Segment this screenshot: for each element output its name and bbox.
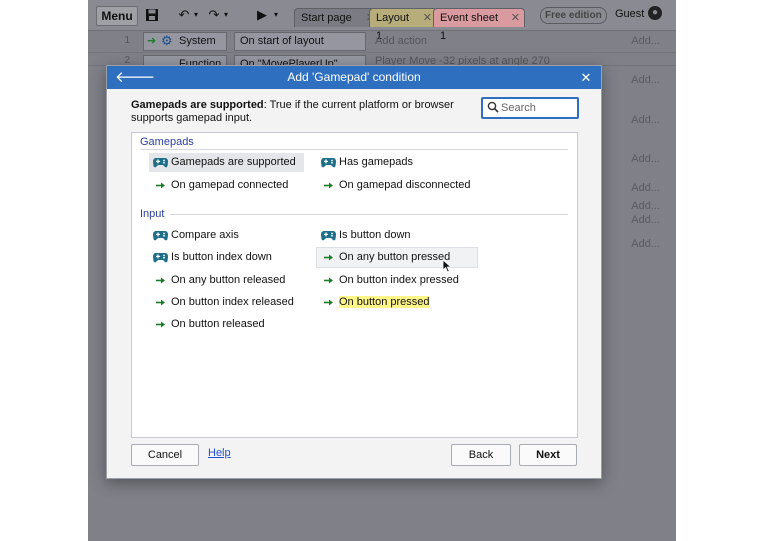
condition-label-highlighted: On button pressed [339, 296, 430, 308]
dialog-title: Add 'Gamepad' condition [287, 70, 421, 84]
section-heading-gamepads: Gamepads [140, 136, 194, 148]
description-title: Gamepads are supported [131, 99, 264, 111]
search-input[interactable] [501, 100, 573, 115]
condition-on-button-index-pressed[interactable]: On button index pressed [317, 271, 467, 290]
gamepad-icon [152, 248, 168, 267]
trigger-arrow-icon [320, 176, 336, 195]
edition-badge[interactable]: Free edition [540, 7, 607, 24]
redo-icon[interactable]: ↷ [206, 6, 222, 24]
event-condition[interactable]: On start of layout [234, 32, 366, 51]
save-icon[interactable] [144, 6, 160, 24]
gamepad-icon [320, 226, 336, 245]
menu-button[interactable]: Menu [96, 6, 138, 26]
event-number: 1 [124, 35, 130, 46]
trigger-arrow-icon [320, 293, 336, 312]
search-field[interactable] [481, 97, 579, 119]
condition-is-button-down[interactable]: Is button down [317, 226, 419, 245]
condition-label: On button index pressed [339, 274, 459, 286]
condition-label: Is button index down [171, 251, 272, 263]
section-divider [170, 214, 568, 215]
search-icon [487, 101, 499, 113]
trigger-arrow-icon [320, 248, 336, 267]
trigger-arrow-icon [152, 271, 168, 290]
condition-has-gamepads[interactable]: Has gamepads [317, 153, 421, 172]
condition-label: On button released [171, 318, 265, 330]
add-link[interactable]: Add... [631, 182, 660, 194]
back-arrow-icon[interactable]: 🡐 [115, 66, 155, 89]
add-link[interactable]: Add... [631, 238, 660, 250]
tab-close-icon[interactable]: ✕ [423, 9, 432, 27]
event-object[interactable]: ➜ ⚙ System [143, 32, 227, 51]
condition-label: Compare axis [171, 229, 239, 241]
condition-compare-axis[interactable]: Compare axis [149, 226, 247, 245]
trigger-arrow-icon [152, 293, 168, 312]
user-name[interactable]: Guest [615, 8, 644, 20]
add-action-link[interactable]: Add action [375, 35, 427, 47]
trigger-arrow-icon [152, 176, 168, 195]
gamepad-icon [320, 153, 336, 172]
add-link[interactable]: Add... [631, 214, 660, 226]
back-button[interactable]: Back [451, 444, 511, 466]
trigger-arrow-icon [152, 315, 168, 334]
trigger-arrow-icon [320, 271, 336, 290]
condition-label: Gamepads are supported [171, 156, 296, 168]
condition-is-button-index-down[interactable]: Is button index down [149, 248, 280, 267]
add-link[interactable]: Add... [631, 200, 660, 212]
condition-description: Gamepads are supported: True if the curr… [131, 99, 471, 125]
event-row[interactable]: 1 ➜ ⚙ System On start of layout Add acti… [88, 30, 676, 53]
cancel-button[interactable]: Cancel [131, 444, 199, 466]
condition-on-any-button-released[interactable]: On any button released [149, 271, 293, 290]
condition-on-button-released[interactable]: On button released [149, 315, 273, 334]
event-condition-text: On start of layout [240, 35, 324, 47]
condition-label: On any button released [171, 274, 286, 286]
add-link[interactable]: Add... [631, 74, 660, 86]
condition-on-button-pressed[interactable]: On button pressed [317, 293, 438, 312]
tab-close-icon[interactable]: ✕ [511, 9, 520, 27]
help-link[interactable]: Help [208, 447, 231, 459]
next-button[interactable]: Next [519, 444, 577, 466]
event-object-name: System [179, 35, 216, 47]
tab-label: Start page [301, 12, 352, 24]
condition-label: On any button pressed [339, 251, 451, 263]
add-link[interactable]: Add... [631, 35, 660, 47]
add-link[interactable]: Add... [631, 114, 660, 126]
condition-on-gamepad-connected[interactable]: On gamepad connected [149, 176, 296, 195]
redo-dropdown-icon[interactable]: ▾ [222, 6, 230, 24]
play-icon[interactable]: ▶ [254, 6, 270, 24]
dialog-title-bar: 🡐 Add 'Gamepad' condition ✕ [107, 66, 601, 89]
condition-label: Is button down [339, 229, 411, 241]
tab-start-page[interactable]: Start page ✕ [294, 8, 380, 27]
condition-list: Gamepads Gamepads are supported Has game… [131, 132, 578, 438]
play-dropdown-icon[interactable]: ▾ [272, 6, 280, 24]
condition-label: On button index released [171, 296, 294, 308]
close-icon[interactable]: ✕ [579, 66, 593, 89]
section-divider [140, 149, 568, 150]
add-link[interactable]: Add... [631, 153, 660, 165]
gamepad-icon [152, 226, 168, 245]
condition-on-any-button-pressed[interactable]: On any button pressed [316, 247, 478, 268]
section-heading-input: Input [140, 208, 165, 220]
condition-label: On gamepad connected [171, 179, 289, 191]
mouse-cursor-icon [442, 259, 452, 273]
gear-icon: ⚙ [161, 33, 173, 48]
undo-icon[interactable]: ↶ [176, 6, 192, 24]
condition-label: Has gamepads [339, 156, 413, 168]
gamepad-icon [152, 153, 168, 172]
condition-on-button-index-released[interactable]: On button index released [149, 293, 302, 312]
trigger-arrow-icon: ➜ [147, 35, 157, 47]
condition-label: On gamepad disconnected [339, 179, 471, 191]
undo-dropdown-icon[interactable]: ▾ [192, 6, 200, 24]
main-toolbar: Menu ↶ ▾ ↷ ▾ ▶ ▾ Start page ✕ Layout 1 ✕… [88, 0, 676, 42]
condition-on-gamepad-disconnected[interactable]: On gamepad disconnected [317, 176, 478, 195]
add-condition-dialog: 🡐 Add 'Gamepad' condition ✕ Gamepads are… [106, 65, 602, 479]
condition-gamepads-are-supported[interactable]: Gamepads are supported [149, 153, 304, 172]
tab-layout-1[interactable]: Layout 1 ✕ [369, 8, 437, 42]
user-avatar-icon[interactable]: ● [648, 6, 662, 20]
tab-event-sheet-1[interactable]: Event sheet 1 ✕ [433, 8, 525, 42]
